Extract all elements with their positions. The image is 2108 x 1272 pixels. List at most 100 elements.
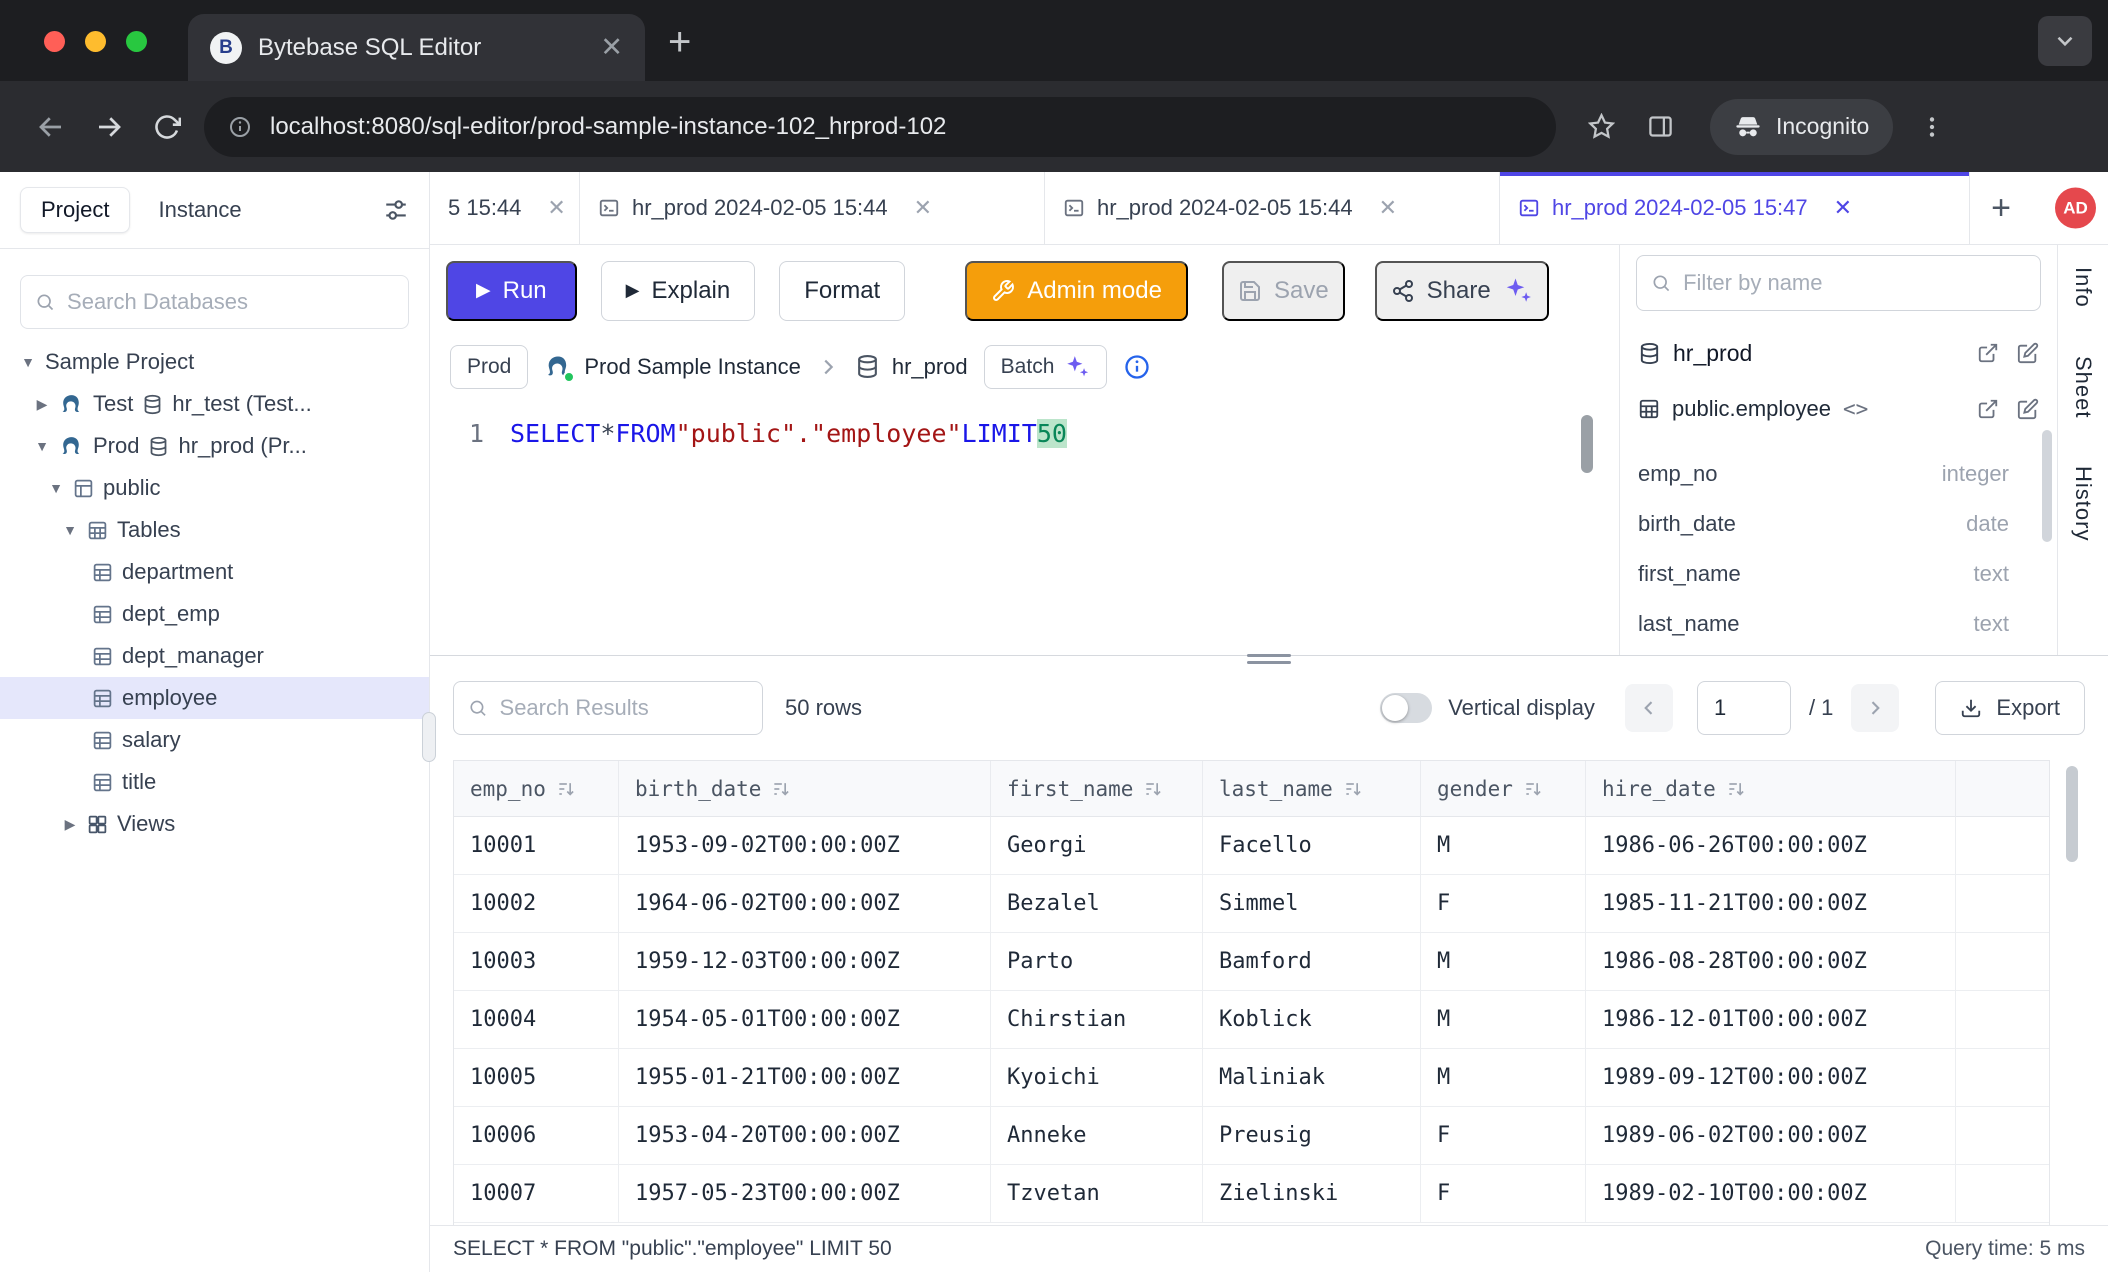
column-header-last_name[interactable]: last_name	[1203, 761, 1421, 817]
schema-database-row[interactable]: hr_prod	[1620, 325, 2057, 381]
next-page-button[interactable]	[1851, 684, 1899, 732]
tab-close-icon[interactable]: ✕	[914, 195, 932, 221]
tree-item-table-dept_emp[interactable]: dept_emp	[0, 593, 429, 635]
new-tab-button[interactable]: +	[668, 22, 691, 62]
external-link-icon[interactable]	[1977, 342, 1999, 364]
browser-toolbar: localhost:8080/sql-editor/prod-sample-in…	[0, 81, 2108, 172]
header-label: emp_no	[470, 777, 546, 801]
browser-tab[interactable]: B Bytebase SQL Editor ✕	[188, 14, 645, 81]
tree-item-table-salary[interactable]: salary	[0, 719, 429, 761]
instance-crumb[interactable]: Prod Sample Instance	[544, 353, 800, 381]
export-button[interactable]: Export	[1935, 681, 2085, 735]
bookmark-star-button[interactable]	[1588, 113, 1615, 140]
back-button[interactable]	[22, 112, 80, 142]
panel-resize-handle[interactable]	[1247, 654, 1291, 664]
results-search-box[interactable]	[453, 681, 763, 735]
results-search-input[interactable]	[500, 695, 748, 721]
instance-name: Prod Sample Instance	[584, 354, 800, 380]
editor-tab-1[interactable]: 5 15:44 ✕	[430, 172, 580, 244]
editor-tab-3[interactable]: hr_prod 2024-02-05 15:44 ✕	[1045, 172, 1500, 244]
share-button[interactable]: Share	[1375, 261, 1549, 321]
side-panel-button[interactable]	[1647, 113, 1674, 140]
sort-icon	[556, 779, 576, 799]
schema-panel-scrollbar[interactable]	[2042, 430, 2052, 542]
tree-item-table-employee[interactable]: employee	[0, 677, 429, 719]
tab-close-icon[interactable]: ✕	[600, 34, 623, 61]
tree-item-tables-group[interactable]: ▼ Tables	[0, 509, 429, 551]
table-cell: M	[1421, 817, 1586, 875]
tab-info[interactable]: Info	[2070, 267, 2096, 308]
caret-right-icon[interactable]: ▶	[34, 396, 50, 413]
page-number-input[interactable]	[1697, 681, 1791, 735]
sidebar-filter-button[interactable]	[383, 197, 409, 223]
browser-menu-button[interactable]	[1919, 114, 1945, 140]
external-link-icon[interactable]	[1977, 398, 1999, 420]
caret-down-icon[interactable]: ▼	[62, 522, 78, 538]
sidebar-resize-handle[interactable]	[422, 712, 436, 762]
tree-item-table-title[interactable]: title	[0, 761, 429, 803]
batch-button[interactable]: Batch	[984, 345, 1108, 389]
column-header-gender[interactable]: gender	[1421, 761, 1586, 817]
schema-filter-input[interactable]	[1683, 270, 2026, 296]
column-name: emp_no	[1638, 461, 1718, 487]
caret-down-icon[interactable]: ▼	[34, 438, 50, 454]
download-icon	[1960, 697, 1982, 719]
column-header-emp_no[interactable]: emp_no	[454, 761, 619, 817]
sql-editor[interactable]: 1SELECT * FROM "public"."employee" LIMIT…	[430, 397, 1619, 655]
tree-item-views-group[interactable]: ▶ Views	[0, 803, 429, 845]
column-header-first_name[interactable]: first_name	[991, 761, 1203, 817]
info-icon[interactable]	[1123, 353, 1151, 381]
run-button[interactable]: ▶ Run	[446, 261, 577, 321]
tab-close-icon[interactable]: ✕	[1379, 195, 1397, 221]
window-close-button[interactable]	[44, 31, 65, 52]
tree-item-test-env[interactable]: ▶ Test hr_test (Test...	[0, 383, 429, 425]
user-avatar[interactable]: AD	[2055, 188, 2096, 229]
site-info-icon[interactable]	[228, 115, 252, 139]
editor-tab-label: hr_prod 2024-02-05 15:44	[1097, 195, 1353, 221]
schema-filter-box[interactable]	[1636, 255, 2041, 311]
edit-icon[interactable]	[2017, 398, 2039, 420]
tab-project[interactable]: Project	[20, 187, 130, 233]
editor-tab-4-active[interactable]: hr_prod 2024-02-05 15:47 ✕	[1500, 172, 1970, 244]
database-crumb[interactable]: hr_prod	[855, 354, 968, 380]
admin-mode-button[interactable]: Admin mode	[965, 261, 1188, 321]
tree-item-table-dept_manager[interactable]: dept_manager	[0, 635, 429, 677]
save-button[interactable]: Save	[1222, 261, 1345, 321]
search-icon	[1651, 272, 1671, 294]
tree-item-sample-project[interactable]: ▼ Sample Project	[0, 341, 429, 383]
tab-instance[interactable]: Instance	[144, 188, 255, 232]
tree-item-schema-public[interactable]: ▼ public	[0, 467, 429, 509]
tab-close-icon[interactable]: ✕	[547, 195, 565, 221]
new-query-tab-button[interactable]: +	[1970, 172, 2032, 244]
tab-history[interactable]: History	[2070, 466, 2096, 541]
database-search-input[interactable]	[67, 289, 394, 315]
column-header-hire_date[interactable]: hire_date	[1586, 761, 1956, 817]
tab-close-icon[interactable]: ✕	[1834, 195, 1852, 221]
code-brackets-icon[interactable]: <>	[1843, 397, 1868, 421]
edit-icon[interactable]	[2017, 342, 2039, 364]
format-button[interactable]: Format	[779, 261, 905, 321]
window-minimize-button[interactable]	[85, 31, 106, 52]
caret-right-icon[interactable]: ▶	[62, 816, 78, 833]
tab-search-chevron-button[interactable]	[2038, 16, 2092, 66]
tree-label: department	[122, 559, 233, 585]
caret-down-icon[interactable]: ▼	[48, 480, 64, 496]
tree-item-prod-env[interactable]: ▼ Prod hr_prod (Pr...	[0, 425, 429, 467]
schema-table-row[interactable]: public.employee <>	[1620, 381, 2057, 437]
window-zoom-button[interactable]	[126, 31, 147, 52]
explain-button[interactable]: ▶ Explain	[601, 261, 756, 321]
prev-page-button[interactable]	[1625, 684, 1673, 732]
column-header-birth_date[interactable]: birth_date	[619, 761, 991, 817]
reload-button[interactable]	[138, 113, 196, 141]
results-scrollbar[interactable]	[2066, 766, 2078, 862]
address-bar[interactable]: localhost:8080/sql-editor/prod-sample-in…	[204, 97, 1556, 157]
query-toolbar: ▶ Run ▶ Explain Format Admin mode	[430, 245, 1619, 336]
tab-sheet[interactable]: Sheet	[2070, 356, 2096, 419]
vertical-display-toggle[interactable]	[1380, 693, 1432, 723]
editor-scrollbar[interactable]	[1581, 415, 1593, 473]
tree-item-table-department[interactable]: department	[0, 551, 429, 593]
editor-tab-2[interactable]: hr_prod 2024-02-05 15:44 ✕	[580, 172, 1045, 244]
database-search-box[interactable]	[20, 275, 409, 329]
forward-button[interactable]	[80, 112, 138, 142]
caret-down-icon[interactable]: ▼	[20, 354, 36, 370]
